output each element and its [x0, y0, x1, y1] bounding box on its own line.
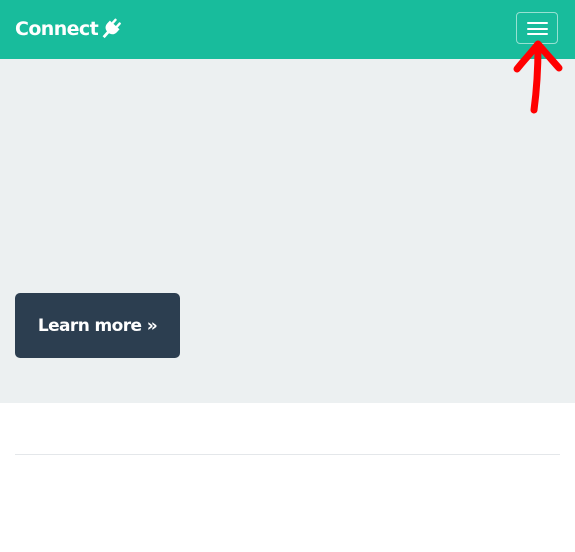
hero-section: Learn more » — [0, 59, 575, 403]
hamburger-bar — [527, 33, 548, 35]
brand-link[interactable]: Connect — [15, 16, 122, 42]
hamburger-icon — [527, 22, 548, 35]
brand-name: Connect — [15, 18, 99, 40]
navbar: Connect — [0, 0, 575, 59]
page: Connect Learn more » — [0, 0, 575, 552]
plug-icon — [101, 18, 122, 40]
arrow-up-icon — [513, 40, 563, 114]
learn-more-button[interactable]: Learn more » — [15, 293, 180, 358]
section-divider — [15, 454, 560, 455]
hamburger-bar — [527, 22, 548, 24]
hamburger-bar — [527, 27, 548, 30]
